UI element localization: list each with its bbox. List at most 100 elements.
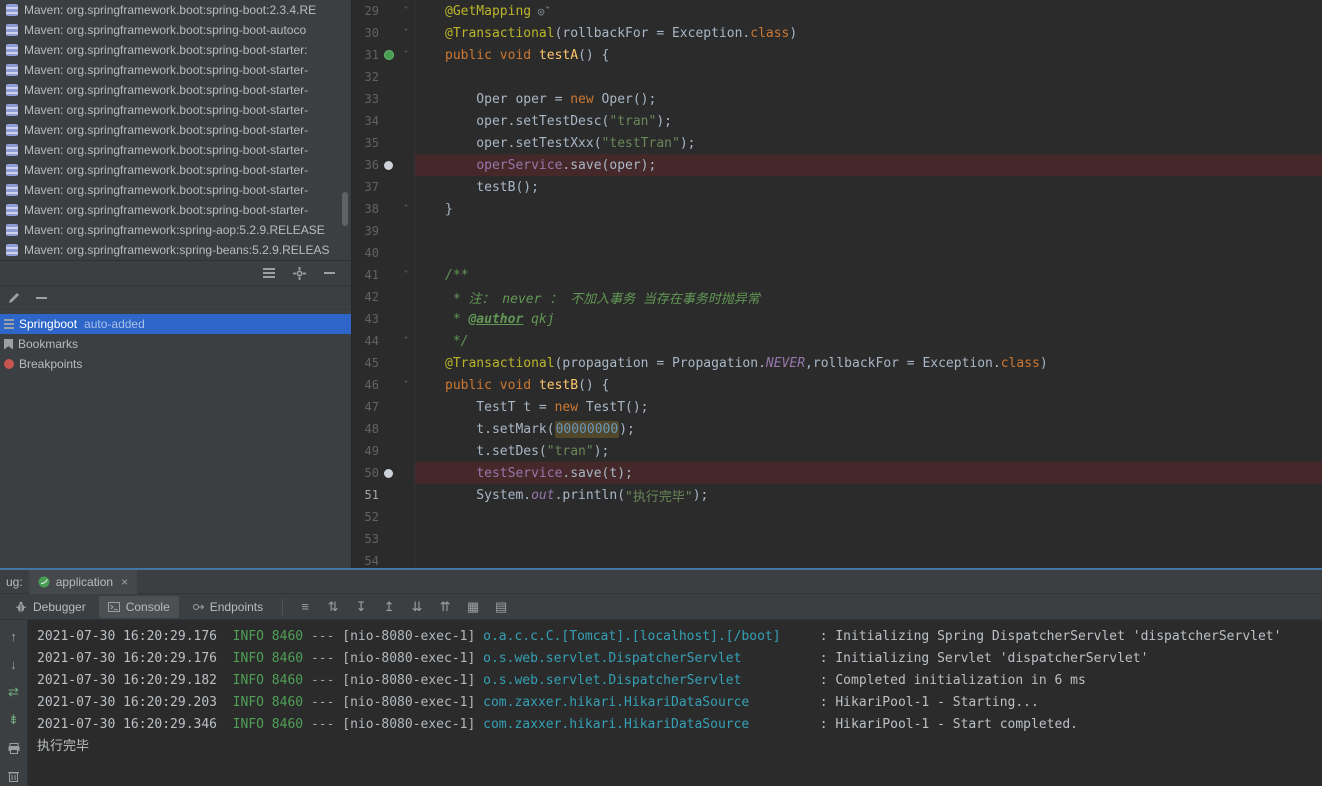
- code-line[interactable]: 37 testB();: [353, 176, 1322, 198]
- code-line[interactable]: 31 ˇ public void testA() {: [353, 44, 1322, 66]
- fold-marker-icon[interactable]: ˇ: [403, 49, 410, 62]
- edit-pencil-icon[interactable]: [8, 292, 20, 304]
- favorites-item-breakpoints[interactable]: Breakpoints: [0, 354, 351, 374]
- maven-library-item[interactable]: Maven: org.springframework.boot:spring-b…: [0, 200, 351, 220]
- log-level: INFO: [217, 651, 264, 666]
- code-line[interactable]: 36 operService .save(oper);: [353, 154, 1322, 176]
- favorites-item-bookmarks[interactable]: Bookmarks: [0, 334, 351, 354]
- code-line[interactable]: 29 ˇ @GetMapping ◎ˇ: [353, 0, 1322, 22]
- code-token: Oper();: [593, 91, 657, 107]
- move-down-icon[interactable]: ⇊: [405, 597, 429, 617]
- code-line[interactable]: 32: [353, 66, 1322, 88]
- code-line[interactable]: 43 * @author qkj: [353, 308, 1322, 330]
- tab-endpoints[interactable]: Endpoints: [183, 596, 272, 618]
- maven-library-item[interactable]: Maven: org.springframework:spring-aop:5.…: [0, 220, 351, 240]
- code-line[interactable]: 34 oper.setTestDesc("tran");: [353, 110, 1322, 132]
- favorites-item-springboot[interactable]: Springboot auto-added: [0, 314, 351, 334]
- fold-marker-icon[interactable]: ˆ: [403, 335, 410, 348]
- code-editor[interactable]: 29 ˇ @GetMapping ◎ˇ 30 ˇ @Transactional (rollb…: [353, 0, 1322, 568]
- code-line[interactable]: 41 ˇ /**: [353, 264, 1322, 286]
- fold-marker-icon[interactable]: ˇ: [403, 269, 410, 282]
- code-line[interactable]: 35 oper.setTestXxx("testTran");: [353, 132, 1322, 154]
- remove-favorite-icon[interactable]: [36, 296, 47, 299]
- code-line[interactable]: 33 Oper oper = new Oper();: [353, 88, 1322, 110]
- gear-icon[interactable]: [293, 266, 306, 280]
- code-line[interactable]: 53: [353, 528, 1322, 550]
- tab-console[interactable]: Console: [98, 595, 179, 618]
- close-tab-icon[interactable]: ×: [121, 575, 128, 589]
- code-line[interactable]: 46 ˇ public void testB() {: [353, 374, 1322, 396]
- library-icon: [6, 184, 18, 196]
- code-line[interactable]: 49 t.setDes("tran");: [353, 440, 1322, 462]
- clear-console-icon[interactable]: [4, 766, 24, 786]
- code-token: Oper oper =: [445, 91, 571, 107]
- print-icon[interactable]: [4, 738, 24, 758]
- tab-endpoints-label: Endpoints: [209, 599, 264, 614]
- maven-library-item[interactable]: Maven: org.springframework.boot:spring-b…: [0, 160, 351, 180]
- fold-marker-icon[interactable]: ˇ: [403, 27, 410, 40]
- table-view-icon[interactable]: ▦: [461, 597, 485, 617]
- maven-library-item[interactable]: Maven: org.springframework.boot:spring-b…: [0, 20, 351, 40]
- code-line[interactable]: 51 System. out .println("执行完毕");: [353, 484, 1322, 506]
- maven-library-item[interactable]: Maven: org.springframework.boot:spring-b…: [0, 180, 351, 200]
- maven-library-item[interactable]: Maven: org.springframework.boot:spring-b…: [0, 40, 351, 60]
- maven-library-item[interactable]: Maven: org.springframework.boot:spring-b…: [0, 100, 351, 120]
- code-text: t.setMark(00000000);: [415, 418, 1322, 440]
- log-message: : HikariPool-1 - Starting...: [819, 695, 1039, 710]
- soft-wrap-icon[interactable]: ⇄: [4, 682, 24, 702]
- code-line[interactable]: 38 ˆ}: [353, 198, 1322, 220]
- log-pid: 8460: [263, 695, 304, 710]
- prev-occurrence-icon[interactable]: ↑: [4, 626, 24, 646]
- code-line[interactable]: 39: [353, 220, 1322, 242]
- scroll-down-icon[interactable]: ↧: [349, 597, 373, 617]
- restore-layout-icon[interactable]: ≡: [293, 597, 317, 617]
- tab-application[interactable]: application ×: [28, 569, 138, 594]
- sort-icon[interactable]: ⇅: [321, 597, 345, 617]
- code-line[interactable]: 30 ˇ @Transactional (rollbackFor = Exceptio…: [353, 22, 1322, 44]
- hide-panel-icon[interactable]: [324, 272, 335, 274]
- run-gutter-icon[interactable]: [383, 50, 394, 60]
- code-line[interactable]: 50 testService .save(t);: [353, 462, 1322, 484]
- maven-library-item[interactable]: Maven: org.springframework:spring-beans:…: [0, 240, 351, 260]
- console-output[interactable]: 2021-07-30 16:20:29.176 INFO 8460 --- [n…: [28, 620, 1322, 786]
- maven-library-item[interactable]: Maven: org.springframework.boot:spring-b…: [0, 0, 351, 20]
- maven-library-item[interactable]: Maven: org.springframework.boot:spring-b…: [0, 140, 351, 160]
- gutter: 34: [353, 110, 415, 132]
- code-line[interactable]: 42 * 注： never ： 不加入事务 当存在事务时抛异常: [353, 286, 1322, 308]
- scroll-to-end-icon[interactable]: ⇟: [4, 710, 24, 730]
- grid-settings-icon[interactable]: ▤: [489, 597, 513, 617]
- toolbar-separator: [282, 598, 284, 615]
- library-icon: [6, 4, 18, 16]
- code-line[interactable]: 45 @Transactional (propagation = Propagati…: [353, 352, 1322, 374]
- code-line[interactable]: 44 ˆ */: [353, 330, 1322, 352]
- code-text: @Transactional (propagation = Propagation…: [415, 352, 1322, 374]
- code-line[interactable]: 40: [353, 242, 1322, 264]
- tab-debugger[interactable]: Debugger: [6, 596, 95, 618]
- gutter: 37: [353, 176, 415, 198]
- log-separator: ---: [303, 673, 343, 688]
- breakpoint-icon[interactable]: [384, 160, 393, 170]
- code-line[interactable]: 54: [353, 550, 1322, 568]
- code-line[interactable]: 52: [353, 506, 1322, 528]
- code-token: (propagation = Propagation.: [554, 355, 766, 371]
- fold-marker-icon[interactable]: ˇ: [403, 379, 410, 392]
- move-up-icon[interactable]: ⇈: [433, 597, 457, 617]
- code-line[interactable]: 47 TestT t = new TestT();: [353, 396, 1322, 418]
- fold-marker-icon[interactable]: ˇ: [403, 5, 410, 18]
- scroll-up-icon[interactable]: ↥: [377, 597, 401, 617]
- maven-library-item[interactable]: Maven: org.springframework.boot:spring-b…: [0, 60, 351, 80]
- tree-scrollbar[interactable]: [342, 192, 348, 226]
- code-text: System. out .println("执行完毕");: [415, 484, 1322, 506]
- maven-library-item[interactable]: Maven: org.springframework.boot:spring-b…: [0, 120, 351, 140]
- line-number: 50: [364, 466, 379, 480]
- code-line[interactable]: 48 t.setMark(00000000);: [353, 418, 1322, 440]
- code-token: );: [679, 135, 696, 151]
- maven-library-item[interactable]: Maven: org.springframework.boot:spring-b…: [0, 80, 351, 100]
- filter-icon[interactable]: [263, 268, 275, 278]
- maven-library-label: Maven: org.springframework:spring-aop:5.…: [24, 223, 325, 237]
- breakpoint-icon[interactable]: [384, 468, 393, 478]
- fold-marker-icon[interactable]: ˆ: [403, 203, 410, 216]
- next-occurrence-icon[interactable]: ↓: [4, 654, 24, 674]
